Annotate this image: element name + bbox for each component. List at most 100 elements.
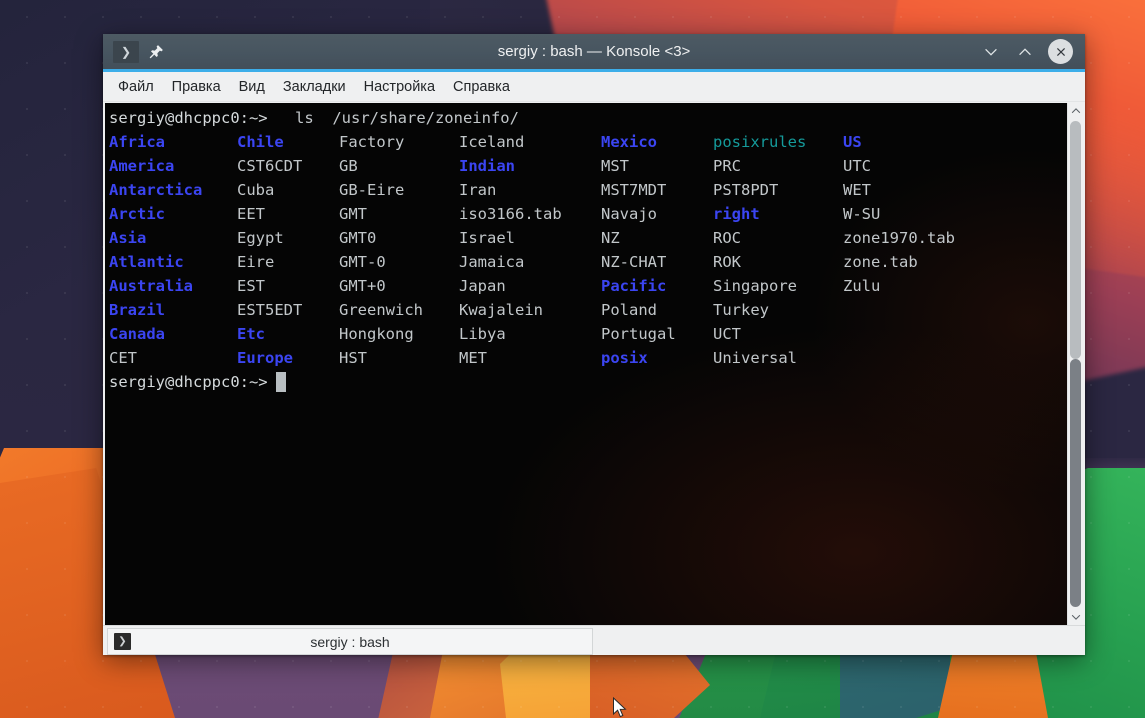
terminal-entry: iso3166.tab [459, 205, 562, 223]
tab-label: sergiy : bash [310, 633, 390, 650]
terminal-entry: WET [843, 181, 871, 199]
terminal-entry: sergiy@dhcppc0:~> [109, 109, 268, 127]
terminal-entry: GMT [339, 205, 367, 223]
terminal-entry: Etc [237, 325, 265, 343]
terminal-entry: PRC [713, 157, 741, 175]
terminal-entry: Greenwich [339, 301, 423, 319]
terminal-entry: Japan [459, 277, 506, 295]
terminal-screen[interactable]: sergiy@dhcppc0:~> ls /usr/share/zoneinfo/… [105, 103, 1067, 625]
mouse-pointer-icon [612, 696, 628, 718]
title-bar[interactable]: ❯ sergiy : bash — Konsole <3> [103, 34, 1085, 72]
tab-sergiy-bash[interactable]: ❯ sergiy : bash [107, 628, 593, 655]
terminal-entry: Zulu [843, 277, 881, 295]
terminal-entry: Canada [109, 325, 165, 343]
menu-item-help[interactable]: Справка [444, 76, 519, 98]
terminal-entry: Mexico [601, 133, 657, 151]
terminal-entry: zone1970.tab [843, 229, 955, 247]
terminal-entry: Universal [713, 349, 797, 367]
terminal-entry: posix [601, 349, 648, 367]
terminal-entry: Poland [601, 301, 657, 319]
terminal-entry: sergiy@dhcppc0:~> [109, 373, 268, 391]
terminal-entry: Chile [237, 133, 284, 151]
terminal-entry: GB [339, 157, 358, 175]
pin-icon[interactable] [143, 41, 169, 63]
terminal-entry: Turkey [713, 301, 769, 319]
menu-item-edit[interactable]: Правка [163, 76, 230, 98]
menu-item-file[interactable]: Файл [109, 76, 163, 98]
menu-item-settings[interactable]: Настройка [355, 76, 444, 98]
terminal-entry: Iceland [459, 133, 525, 151]
terminal-cursor [276, 372, 287, 392]
chevron-up-icon[interactable] [1014, 41, 1036, 63]
terminal-entry: Antarctica [109, 181, 203, 199]
terminal-entry: EET [237, 205, 265, 223]
terminal-entry: right [713, 205, 760, 223]
terminal-entry: Iran [459, 181, 497, 199]
terminal-entry: US [843, 133, 862, 151]
tab-bar: ❯ sergiy : bash [103, 625, 1085, 655]
menu-item-view[interactable]: Вид [230, 76, 274, 98]
terminal-entry: Asia [109, 229, 147, 247]
desktop: ❯ sergiy : bash — Konsole <3> Файл Правк… [0, 0, 1145, 718]
scrollbar-up-arrow-icon[interactable] [1070, 103, 1082, 119]
terminal-entry: Egypt [237, 229, 284, 247]
terminal-entry: Israel [459, 229, 515, 247]
terminal-entry: GMT+0 [339, 277, 386, 295]
terminal-entry: Africa [109, 133, 165, 151]
terminal-entry: Brazil [109, 301, 165, 319]
terminal-entry: Factory [339, 133, 405, 151]
terminal-entry: CET [109, 349, 137, 367]
terminal-entry: America [109, 157, 175, 175]
scrollbar-down-arrow-icon[interactable] [1070, 609, 1082, 625]
terminal-entry: GMT-0 [339, 253, 386, 271]
terminal-entry: Australia [109, 277, 193, 295]
terminal-entry: PST8PDT [713, 181, 779, 199]
terminal-entry: NZ-CHAT [601, 253, 667, 271]
terminal-entry: GMT0 [339, 229, 377, 247]
menu-bar: Файл Правка Вид Закладки Настройка Справ… [103, 72, 1085, 102]
close-icon[interactable] [1048, 39, 1073, 64]
scrollbar-thumb[interactable] [1070, 359, 1081, 607]
terminal-entry: Eire [237, 253, 275, 271]
terminal-area: sergiy@dhcppc0:~> ls /usr/share/zoneinfo/… [103, 102, 1085, 625]
terminal-scrollbar[interactable] [1067, 103, 1083, 625]
terminal-entry: Cuba [237, 181, 275, 199]
terminal-entry: Atlantic [109, 253, 184, 271]
terminal-icon: ❯ [114, 633, 131, 650]
terminal-entry: Hongkong [339, 325, 414, 343]
terminal-entry: GB-Eire [339, 181, 405, 199]
terminal-entry: NZ [601, 229, 620, 247]
menu-item-bookmarks[interactable]: Закладки [274, 76, 355, 98]
terminal-entry: Europe [237, 349, 293, 367]
window-controls [980, 39, 1079, 64]
konsole-window: ❯ sergiy : bash — Konsole <3> Файл Правк… [103, 34, 1085, 655]
chevron-down-icon[interactable] [980, 41, 1002, 63]
terminal-entry: EST5EDT [237, 301, 303, 319]
terminal-entry: Jamaica [459, 253, 525, 271]
terminal-entry: Arctic [109, 205, 165, 223]
terminal-entry: Singapore [713, 277, 797, 295]
terminal-entry: MST [601, 157, 629, 175]
terminal-entry: UCT [713, 325, 741, 343]
terminal-entry: ROK [713, 253, 741, 271]
terminal-entry: Navajo [601, 205, 657, 223]
terminal-chevron-icon[interactable]: ❯ [113, 40, 139, 63]
terminal-entry: zone.tab [843, 253, 918, 271]
terminal-entry: MET [459, 349, 487, 367]
terminal-entry: Indian [459, 157, 515, 175]
window-title: sergiy : bash — Konsole <3> [497, 43, 691, 60]
terminal-entry: W-SU [843, 205, 881, 223]
terminal-entry: ls /usr/share/zoneinfo/ [295, 109, 519, 127]
terminal-entry: Pacific [601, 277, 667, 295]
scrollbar-track-upper [1070, 121, 1081, 360]
terminal-entry: ROC [713, 229, 741, 247]
terminal-entry: Portugal [601, 325, 676, 343]
terminal-entry: CST6CDT [237, 157, 303, 175]
terminal-entry: Libya [459, 325, 506, 343]
terminal-entry: HST [339, 349, 367, 367]
terminal-entry: MST7MDT [601, 181, 667, 199]
terminal-entry: Kwajalein [459, 301, 543, 319]
terminal-entry: posixrules [713, 133, 807, 151]
scrollbar-track[interactable] [1070, 121, 1081, 607]
terminal-entry: UTC [843, 157, 871, 175]
